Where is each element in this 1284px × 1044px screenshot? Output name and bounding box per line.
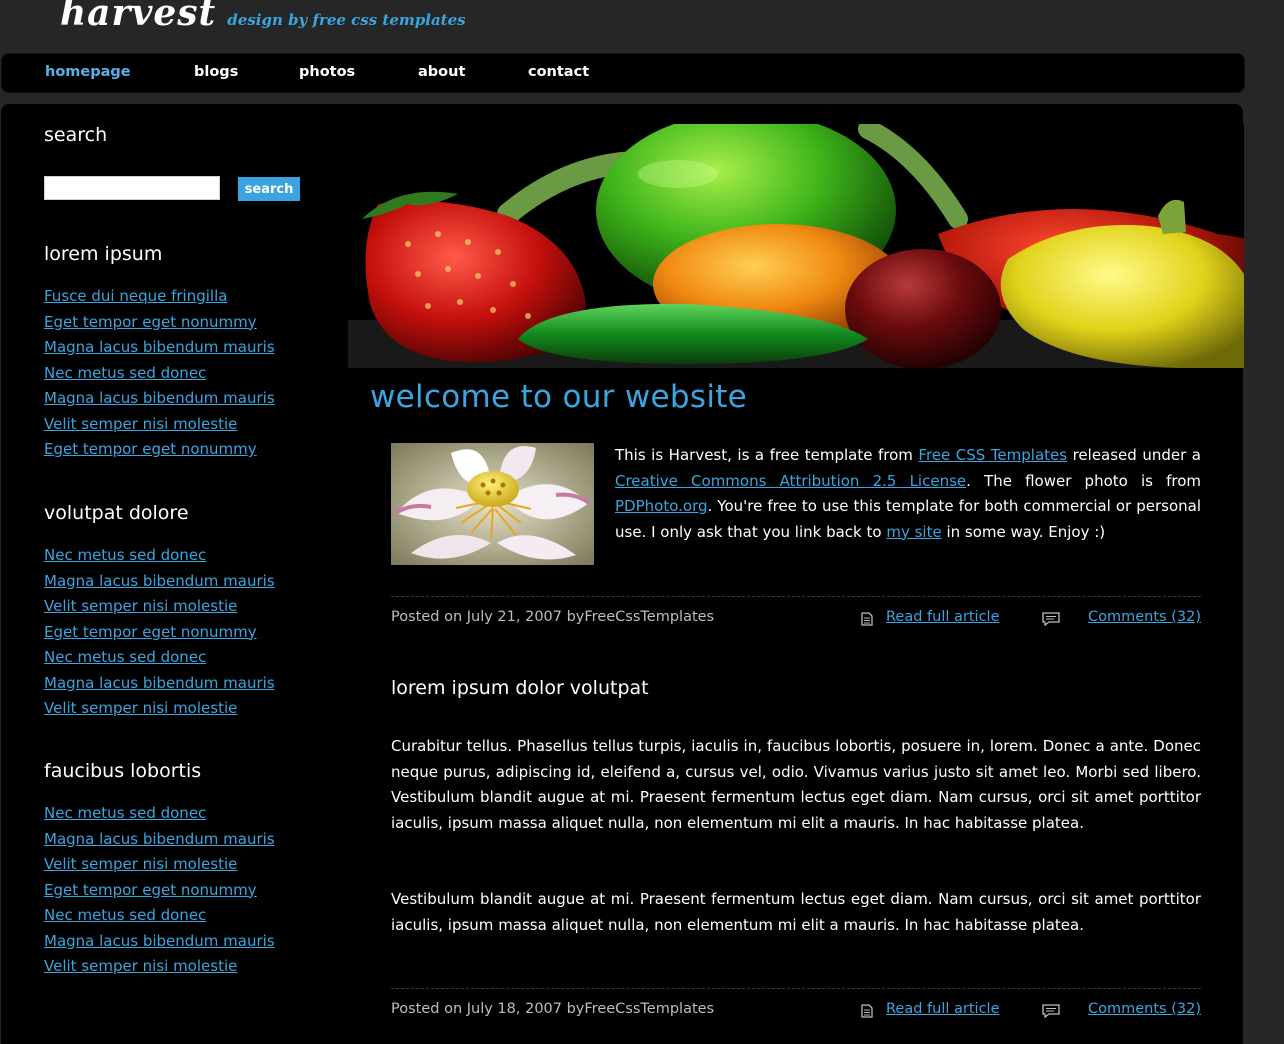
list-item: Magna lacus bibendum mauris [44, 931, 275, 957]
menu-item-photos[interactable]: photos [299, 64, 355, 80]
sidebar-list-lorem-ipsum: Fusce dui neque fringilla Eget tempor eg… [44, 286, 275, 465]
divider [391, 988, 1201, 989]
list-item: Eget tempor eget nonummy [44, 312, 275, 338]
menu-item-blogs[interactable]: blogs [194, 64, 238, 80]
link-my-site[interactable]: my site [886, 523, 941, 541]
search-input[interactable] [44, 176, 220, 200]
list-item: Nec metus sed donec [44, 647, 275, 673]
sidebar-link[interactable]: Magna lacus bibendum mauris [44, 932, 275, 950]
post-text: . The flower photo is from [966, 471, 1202, 490]
link-creative-commons[interactable]: Creative Commons Attribution 2.5 License [615, 472, 966, 490]
list-item: Velit semper nisi molestie [44, 698, 275, 724]
sidebar-link[interactable]: Eget tempor eget nonummy [44, 623, 257, 641]
sidebar-list-faucibus-lobortis: Nec metus sed donec Magna lacus bibendum… [44, 803, 275, 982]
list-item: Magna lacus bibendum mauris [44, 388, 275, 414]
list-item: Magna lacus bibendum mauris [44, 337, 275, 363]
sidebar-heading-lorem-ipsum: lorem ipsum [44, 243, 163, 265]
post-meta: Posted on July 18, 2007 byFreeCssTemplat… [391, 1001, 1201, 1021]
sidebar-link[interactable]: Nec metus sed donec [44, 648, 206, 666]
sidebar-link[interactable]: Nec metus sed donec [44, 546, 206, 564]
list-item: Eget tempor eget nonummy [44, 439, 275, 465]
site-logo[interactable]: harvest design by free css templates [60, 0, 466, 34]
sidebar-link[interactable]: Nec metus sed donec [44, 804, 206, 822]
post-date: Posted on July 21, 2007 byFreeCssTemplat… [391, 609, 715, 625]
sidebar-link[interactable]: Nec metus sed donec [44, 364, 206, 382]
menu-item-contact[interactable]: contact [528, 64, 589, 80]
post-text: in some way. Enjoy :) [941, 522, 1106, 541]
list-item: Fusce dui neque fringilla [44, 286, 275, 312]
list-item: Nec metus sed donec [44, 803, 275, 829]
post-text: released under a [1067, 446, 1201, 464]
sidebar-link[interactable]: Magna lacus bibendum mauris [44, 572, 275, 590]
page-title: welcome to our website [370, 379, 748, 415]
post-title: lorem ipsum dolor volutpat [391, 677, 649, 699]
sidebar-link[interactable]: Velit semper nisi molestie [44, 597, 237, 615]
link-free-css-templates[interactable]: Free CSS Templates [918, 446, 1067, 464]
speech-bubble-icon [1042, 1004, 1060, 1022]
lotus-flower-illustration [391, 443, 594, 565]
list-item: Velit semper nisi molestie [44, 956, 275, 982]
post-paragraph: Vestibulum blandit augue at mi. Praesent… [391, 890, 1201, 934]
sidebar-link[interactable]: Magna lacus bibendum mauris [44, 389, 275, 407]
sidebar-link[interactable]: Magna lacus bibendum mauris [44, 830, 275, 848]
list-item: Magna lacus bibendum mauris [44, 571, 275, 597]
document-icon [860, 1004, 874, 1022]
comments-link[interactable]: Comments (32) [1088, 1001, 1201, 1017]
menu-item-homepage[interactable]: homepage [45, 64, 131, 80]
comments-link[interactable]: Comments (32) [1088, 609, 1201, 625]
flower-photo [391, 443, 594, 565]
list-item: Magna lacus bibendum mauris [44, 829, 275, 855]
list-item: Eget tempor eget nonummy [44, 880, 275, 906]
list-item: Nec metus sed donec [44, 905, 275, 931]
menu-item-about[interactable]: about [418, 64, 465, 80]
sidebar-link[interactable]: Fusce dui neque fringilla [44, 287, 227, 305]
list-item: Nec metus sed donec [44, 545, 275, 571]
banner-image [348, 124, 1244, 368]
list-item: Magna lacus bibendum mauris [44, 673, 275, 699]
read-full-article-link[interactable]: Read full article [886, 1001, 1000, 1017]
site-name: harvest [60, 0, 217, 34]
sidebar-link[interactable]: Velit semper nisi molestie [44, 415, 237, 433]
list-item: Velit semper nisi molestie [44, 596, 275, 622]
read-full-article-link[interactable]: Read full article [886, 609, 1000, 625]
document-icon [860, 612, 874, 630]
post-paragraph: Curabitur tellus. Phasellus tellus turpi… [391, 737, 1201, 832]
post-text: This is Harvest, is a free template from [615, 446, 919, 464]
divider [391, 596, 1201, 597]
list-item: Nec metus sed donec [44, 363, 275, 389]
sidebar-link[interactable]: Eget tempor eget nonummy [44, 313, 257, 331]
sidebar-link[interactable]: Magna lacus bibendum mauris [44, 674, 275, 692]
sidebar-link[interactable]: Velit semper nisi molestie [44, 855, 237, 873]
list-item: Eget tempor eget nonummy [44, 622, 275, 648]
link-pdphoto[interactable]: PDPhoto.org [615, 497, 708, 515]
post-date: Posted on July 18, 2007 byFreeCssTemplat… [391, 1001, 715, 1017]
vegetables-illustration [348, 124, 1244, 368]
sidebar-link[interactable]: Magna lacus bibendum mauris [44, 338, 275, 356]
list-item: Velit semper nisi molestie [44, 414, 275, 440]
site-tagline: design by free css templates [227, 11, 466, 29]
sidebar-link[interactable]: Velit semper nisi molestie [44, 957, 237, 975]
list-item: Velit semper nisi molestie [44, 854, 275, 880]
main-menu: homepage blogs photos about contact [1, 53, 1245, 93]
sidebar-link[interactable]: Nec metus sed donec [44, 906, 206, 924]
search-heading: search [44, 124, 108, 146]
post-intro-text: This is Harvest, is a free template from… [615, 443, 1201, 545]
post-meta: Posted on July 21, 2007 byFreeCssTemplat… [391, 609, 1201, 629]
sidebar-link[interactable]: Eget tempor eget nonummy [44, 881, 257, 899]
sidebar-link[interactable]: Eget tempor eget nonummy [44, 440, 257, 458]
sidebar-heading-volutpat-dolore: volutpat dolore [44, 502, 189, 524]
search-button[interactable]: search [238, 177, 300, 201]
sidebar-link[interactable]: Velit semper nisi molestie [44, 699, 237, 717]
speech-bubble-icon [1042, 612, 1060, 630]
sidebar-list-volutpat-dolore: Nec metus sed donec Magna lacus bibendum… [44, 545, 275, 724]
sidebar-heading-faucibus-lobortis: faucibus lobortis [44, 760, 202, 782]
